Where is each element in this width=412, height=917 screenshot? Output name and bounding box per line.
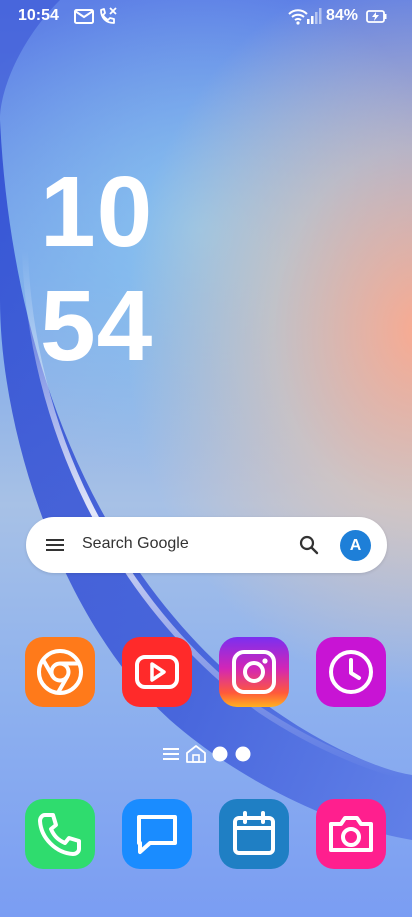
chrome-icon [37,649,83,695]
signal-icon [306,6,322,26]
youtube-icon [135,655,179,689]
clock-hours[interactable]: 10 [40,162,153,262]
clock-icon [329,650,373,694]
calendar-app[interactable] [219,799,289,869]
home-icon[interactable] [185,744,207,764]
email-icon [73,6,95,26]
instagram-icon [232,650,276,694]
menu-icon[interactable] [44,535,66,555]
account-avatar[interactable]: A [340,530,371,561]
search-icon[interactable] [297,533,321,557]
battery-percentage: 84% [326,7,359,24]
messages-app[interactable] [122,799,192,869]
clock-minutes[interactable]: 54 [40,276,153,376]
calendar-icon [233,811,275,855]
missed-call-icon [97,6,119,26]
wallpaper-swoosh [0,0,412,840]
phone-app[interactable] [25,799,95,869]
camera-icon [329,816,373,852]
search-placeholder[interactable]: Search Google [82,535,189,553]
google-search-widget[interactable]: Search Google A [26,517,387,573]
chrome-app[interactable] [25,637,95,707]
status-bar: 10:54 84% [0,0,412,34]
page-dot-2[interactable] [234,744,252,764]
phone-icon [38,813,81,856]
instagram-app[interactable] [219,637,289,707]
youtube-app[interactable] [122,637,192,707]
battery-charging-icon [366,6,388,26]
messages-icon [137,815,177,854]
status-time: 10:54 [18,7,59,24]
list-icon[interactable] [161,744,183,764]
page-dot-1[interactable] [211,744,229,764]
clock-app[interactable] [316,637,386,707]
camera-app[interactable] [316,799,386,869]
